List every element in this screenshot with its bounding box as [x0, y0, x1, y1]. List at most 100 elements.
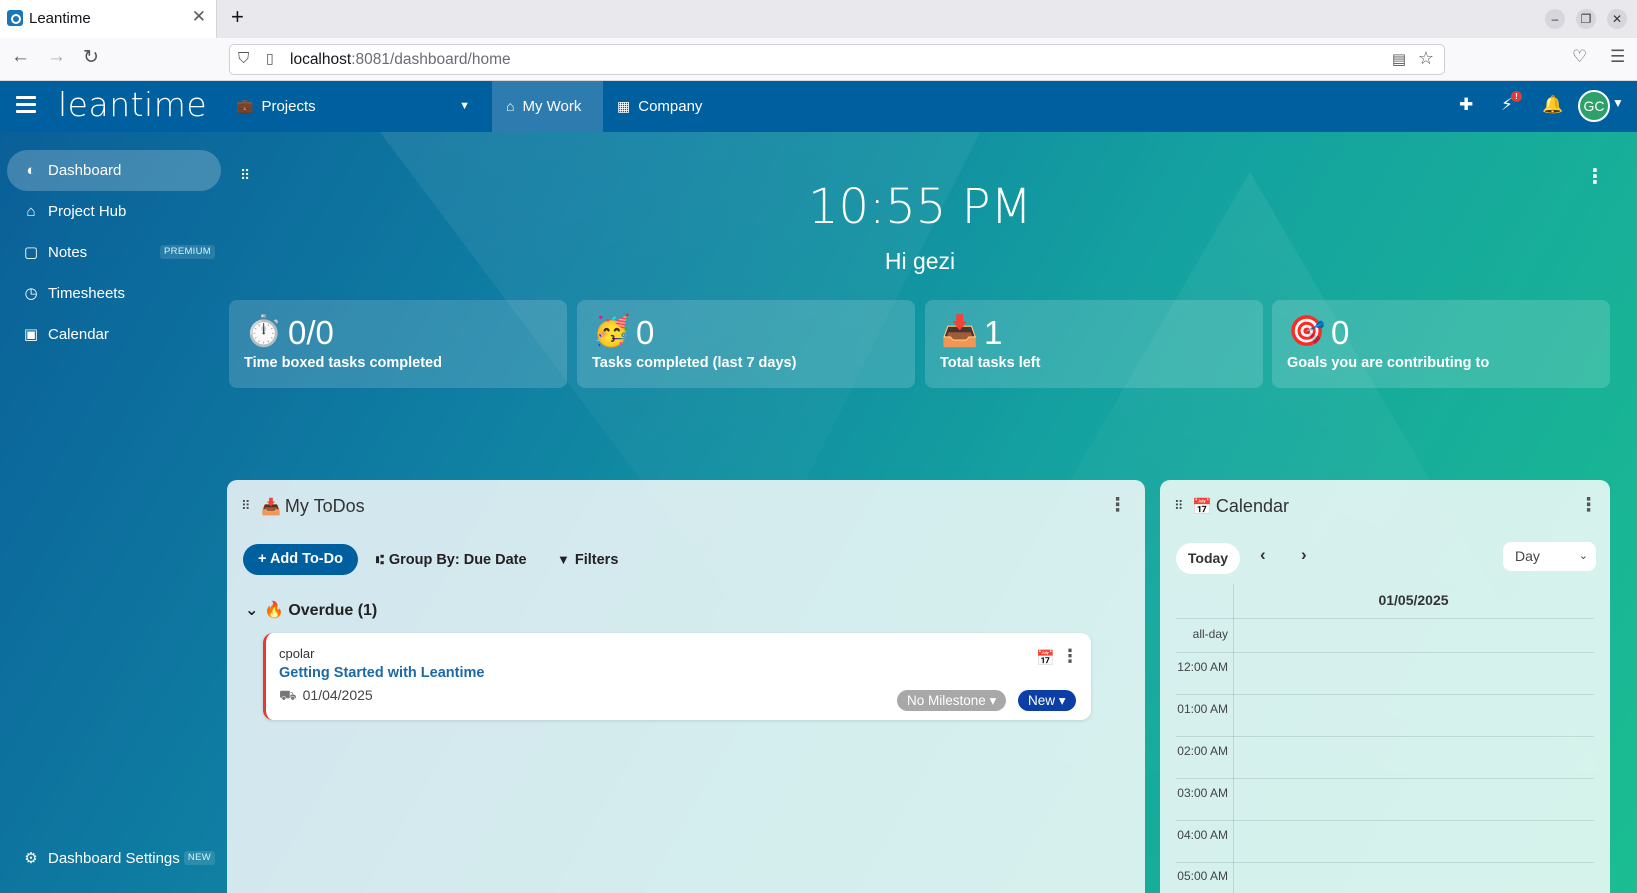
- stat-caption: Time boxed tasks completed: [244, 355, 442, 371]
- minimize-icon[interactable]: –: [1545, 9, 1565, 29]
- avatar-caret-icon[interactable]: ▼: [1612, 96, 1624, 110]
- target-icon: 🎯: [1288, 315, 1326, 348]
- sidebar-item-label: Dashboard Settings: [48, 850, 180, 867]
- sidebar-item-calendar[interactable]: ▣ Calendar: [7, 314, 221, 355]
- url-text[interactable]: localhost:8081/dashboard/home: [290, 51, 511, 69]
- reload-icon[interactable]: ↻: [83, 46, 99, 69]
- browser-tab-bar: Leantime ✕ + – ❐ ✕: [0, 0, 1637, 38]
- pocket-icon[interactable]: ♡: [1572, 47, 1587, 67]
- projects-label: Projects: [261, 98, 316, 115]
- today-button[interactable]: Today: [1176, 543, 1240, 574]
- drag-handle-icon[interactable]: ⠿: [240, 167, 250, 184]
- todo-item[interactable]: cpolar Getting Started with Leantime ⛟ 01…: [263, 633, 1091, 720]
- restore-icon[interactable]: ❐: [1576, 9, 1596, 29]
- filters-button[interactable]: ▼ Filters: [557, 544, 618, 575]
- drag-handle-icon[interactable]: ⠿: [241, 498, 250, 514]
- todos-title-text: My ToDos: [284, 496, 365, 516]
- house-icon: ⌂: [26, 203, 36, 220]
- milestone-dropdown[interactable]: No Milestone ▾: [897, 690, 1007, 711]
- tab-title: Leantime: [29, 10, 91, 27]
- close-tab-icon[interactable]: ✕: [192, 7, 206, 27]
- chevron-left-icon[interactable]: ‹: [1260, 545, 1266, 565]
- drag-handle-icon[interactable]: ⠿: [1174, 498, 1183, 514]
- back-icon[interactable]: ←: [11, 46, 30, 68]
- stat-value: 0: [636, 314, 655, 351]
- briefcase-icon: 💼: [236, 98, 254, 114]
- dashboard-icon: ◐: [26, 162, 36, 179]
- time-label: 05:00 AM: [1177, 869, 1228, 883]
- grid-line: [1176, 652, 1594, 653]
- stat-card-goals: 🎯 0 Goals you are contributing to: [1272, 300, 1610, 388]
- status-dropdown[interactable]: New ▾: [1018, 690, 1076, 711]
- page-icon: ▯: [266, 50, 274, 66]
- projects-dropdown[interactable]: 💼 Projects ▼: [236, 81, 478, 132]
- avatar[interactable]: GC: [1578, 90, 1610, 122]
- shield-icon[interactable]: ⛉: [238, 50, 249, 67]
- view-select[interactable]: Day ⌄: [1503, 542, 1596, 571]
- kebab-menu-icon[interactable]: ⋮: [1061, 646, 1079, 667]
- stat-card-tasks-left: 📥 1 Total tasks left: [925, 300, 1263, 388]
- sidebar-item-timesheets[interactable]: ◷ Timesheets: [7, 273, 221, 314]
- app-header: leantime 💼 Projects ▼ ⌂ My Work ▦ Company ✚…: [0, 81, 1637, 132]
- stat-card-timeboxed: ⏱️ 0/0 Time boxed tasks completed: [229, 300, 567, 388]
- premium-tag: PREMIUM: [160, 245, 215, 259]
- calendar-icon: ▣: [23, 326, 39, 343]
- reader-view-icon[interactable]: ▤: [1392, 50, 1406, 68]
- filter-icon: ▼: [557, 552, 570, 567]
- inbox-tray-icon: 📥: [261, 499, 281, 516]
- note-icon: ▢: [23, 244, 39, 261]
- time-label: 01:00 AM: [1177, 702, 1228, 716]
- menu-icon[interactable]: ☰: [1610, 47, 1625, 67]
- sidebar-item-dashboard-settings[interactable]: ⚙ Dashboard Settings NEW: [7, 838, 221, 879]
- sidebar-item-notes[interactable]: ▢ Notes PREMIUM: [7, 232, 221, 273]
- chevron-down-icon[interactable]: ⌄: [245, 602, 258, 619]
- forward-icon[interactable]: →: [47, 46, 66, 68]
- stat-caption: Goals you are contributing to: [1287, 355, 1490, 371]
- sidebar-item-project-hub[interactable]: ⌂ Project Hub: [7, 191, 221, 232]
- kebab-menu-icon[interactable]: ⋮: [1579, 494, 1598, 517]
- building-icon: ▦: [617, 98, 631, 114]
- close-window-icon[interactable]: ✕: [1607, 9, 1627, 29]
- kebab-menu-icon[interactable]: ⋮: [1108, 494, 1127, 517]
- stat-card-completed: 🥳 0 Tasks completed (last 7 days): [577, 300, 915, 388]
- time-label: 03:00 AM: [1177, 786, 1228, 800]
- fire-icon: 🔥: [264, 602, 285, 619]
- calendar-card: ⠿ 📅 Calendar ⋮ Today ‹ › Day ⌄ 01/05/2025 …: [1160, 480, 1610, 893]
- todo-project: cpolar: [279, 646, 315, 661]
- caret-down-icon: ▼: [459, 100, 470, 112]
- chevron-right-icon[interactable]: ›: [1301, 545, 1307, 565]
- leantime-logo[interactable]: leantime: [58, 85, 207, 124]
- bell-icon[interactable]: 🔔: [1542, 95, 1563, 115]
- party-face-icon: 🥳: [593, 315, 631, 348]
- calendar-x-icon[interactable]: 📅: [1036, 649, 1055, 667]
- todos-card: ⠿ 📥 My ToDos ⋮ + Add To-Do ⑆ Group By: Due…: [227, 480, 1145, 893]
- sidebar-item-label: Project Hub: [48, 203, 127, 220]
- notification-badge: !: [1511, 91, 1522, 102]
- time-label: 12:00 AM: [1177, 660, 1228, 674]
- group-by-button[interactable]: ⑆ Group By: Due Date: [376, 544, 527, 575]
- calendar-grid[interactable]: 01/05/2025 all-day 12:00 AM 01:00 AM 02:…: [1176, 584, 1594, 893]
- stat-value: 1: [984, 314, 1003, 351]
- due-date-icon: ⛟: [279, 687, 297, 703]
- url-bar[interactable]: ⛉ ▯ localhost:8081/dashboard/home ▤ ☆: [229, 44, 1445, 75]
- sidebar-item-label: Calendar: [48, 326, 109, 343]
- grid-line: [1176, 862, 1594, 863]
- bookmark-star-icon[interactable]: ☆: [1418, 48, 1434, 69]
- todo-due-date[interactable]: ⛟ 01/04/2025: [279, 687, 373, 706]
- kebab-menu-icon[interactable]: ⋮: [1585, 164, 1605, 189]
- hamburger-menu-icon[interactable]: [16, 96, 36, 113]
- add-todo-button[interactable]: + Add To-Do: [243, 544, 358, 575]
- puzzle-icon[interactable]: ✚: [1459, 95, 1473, 115]
- calendar-title: 📅 Calendar: [1192, 496, 1289, 517]
- nav-company[interactable]: ▦ Company: [617, 81, 717, 132]
- grid-line: [1176, 694, 1594, 695]
- todo-title-link[interactable]: Getting Started with Leantime: [279, 665, 484, 681]
- browser-tab[interactable]: Leantime ✕: [0, 0, 217, 38]
- nav-my-work[interactable]: ⌂ My Work: [492, 81, 603, 132]
- group-header-label: Overdue (1): [288, 602, 378, 619]
- sidebar-item-dashboard[interactable]: ◐ Dashboard: [7, 150, 221, 191]
- allday-label: all-day: [1192, 627, 1228, 641]
- new-tab-icon[interactable]: +: [231, 4, 244, 30]
- todos-title: 📥 My ToDos: [261, 496, 365, 517]
- overdue-group-header[interactable]: ⌄ 🔥 Overdue (1): [245, 600, 377, 620]
